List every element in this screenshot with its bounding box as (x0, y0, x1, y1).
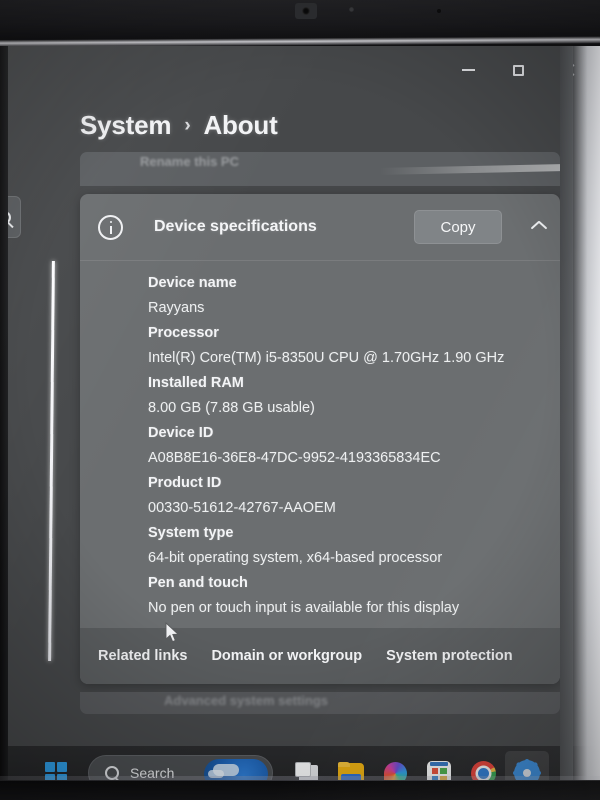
spec-label: Pen and touch (148, 575, 248, 591)
breadcrumb-current: About (203, 110, 278, 140)
settings-window: System › About Rename this PC Device spe… (0, 46, 568, 746)
sensor-light (349, 7, 354, 12)
webcam (295, 3, 317, 19)
spec-value: 64-bit operating system, x64-based proce… (148, 550, 443, 566)
laptop-base-glare (0, 776, 600, 781)
spec-label: System type (148, 525, 234, 541)
sensor-mic (437, 9, 441, 13)
mouse-pointer (165, 622, 180, 643)
device-specifications-card: Device specifications Copy Device name R… (80, 194, 560, 684)
spec-value: Rayyans (148, 300, 205, 316)
partial-card-above[interactable]: Rename this PC (80, 152, 560, 186)
webcam-lens (302, 7, 310, 15)
spec-label: Installed RAM (148, 375, 244, 391)
link-system-protection[interactable]: System protection (386, 648, 513, 664)
minimize-button[interactable] (448, 54, 488, 86)
spec-value: 8.00 GB (7.88 GB usable) (148, 400, 315, 416)
scrollbar-track[interactable] (48, 260, 55, 662)
minimize-icon (461, 69, 475, 71)
screen: System › About Rename this PC Device spe… (0, 46, 600, 800)
copy-button[interactable]: Copy (414, 210, 502, 244)
spec-label: Device ID (148, 425, 214, 441)
partial-card-below[interactable]: Advanced system settings (80, 692, 560, 714)
title-bar (8, 46, 568, 96)
screen-glare (379, 164, 560, 175)
info-icon (98, 214, 123, 240)
breadcrumb: System › About (80, 110, 278, 141)
spec-value: 00330-51612-42767-AAOEM (148, 500, 336, 516)
spec-label: Processor (148, 325, 219, 341)
device-specifications-title: Device specifications (154, 218, 317, 235)
spec-row-installed-ram: Installed RAM 8.00 GB (7.88 GB usable) (148, 371, 560, 421)
device-specifications-header[interactable]: Device specifications Copy (80, 194, 560, 260)
spec-row-pen-and-touch: Pen and touch No pen or touch input is a… (148, 571, 560, 621)
device-specifications-list: Device name Rayyans Processor Intel(R) C… (80, 261, 560, 633)
link-domain-or-workgroup[interactable]: Domain or workgroup (211, 648, 362, 664)
spec-label: Product ID (148, 475, 222, 491)
laptop-screen-photo: System › About Rename this PC Device spe… (0, 0, 600, 800)
partial-card-above-text: Rename this PC (140, 154, 239, 169)
breadcrumb-root[interactable]: System (80, 110, 172, 141)
partial-card-below-text: Advanced system settings (164, 693, 329, 708)
screen-left-edge (0, 46, 8, 800)
spec-row-device-id: Device ID A08B8E16-36E8-47DC-9952-419336… (148, 421, 560, 471)
maximize-icon (512, 64, 524, 76)
spec-value: No pen or touch input is available for t… (148, 600, 460, 616)
spec-row-product-id: Product ID 00330-51612-42767-AAOEM (148, 471, 560, 521)
spec-row-system-type: System type 64-bit operating system, x64… (148, 521, 560, 571)
related-links-label: Related links (98, 648, 188, 664)
chevron-up-icon[interactable] (531, 216, 546, 231)
chevron-right-icon: › (184, 114, 191, 136)
laptop-base (0, 780, 600, 800)
content-area: Rename this PC Device specifications Cop… (80, 146, 560, 746)
spec-value: Intel(R) Core(TM) i5-8350U CPU @ 1.70GHz… (148, 350, 505, 366)
related-links-bar: Related links Domain or workgroup System… (80, 628, 560, 684)
spec-row-processor: Processor Intel(R) Core(TM) i5-8350U CPU… (148, 321, 560, 371)
spec-label: Device name (148, 275, 237, 291)
spec-row-device-name: Device name Rayyans (148, 271, 560, 321)
spec-value: A08B8E16-36E8-47DC-9952-4193365834EC (148, 450, 441, 466)
screen-right-edge-glare (572, 46, 600, 800)
maximize-button[interactable] (498, 54, 538, 86)
